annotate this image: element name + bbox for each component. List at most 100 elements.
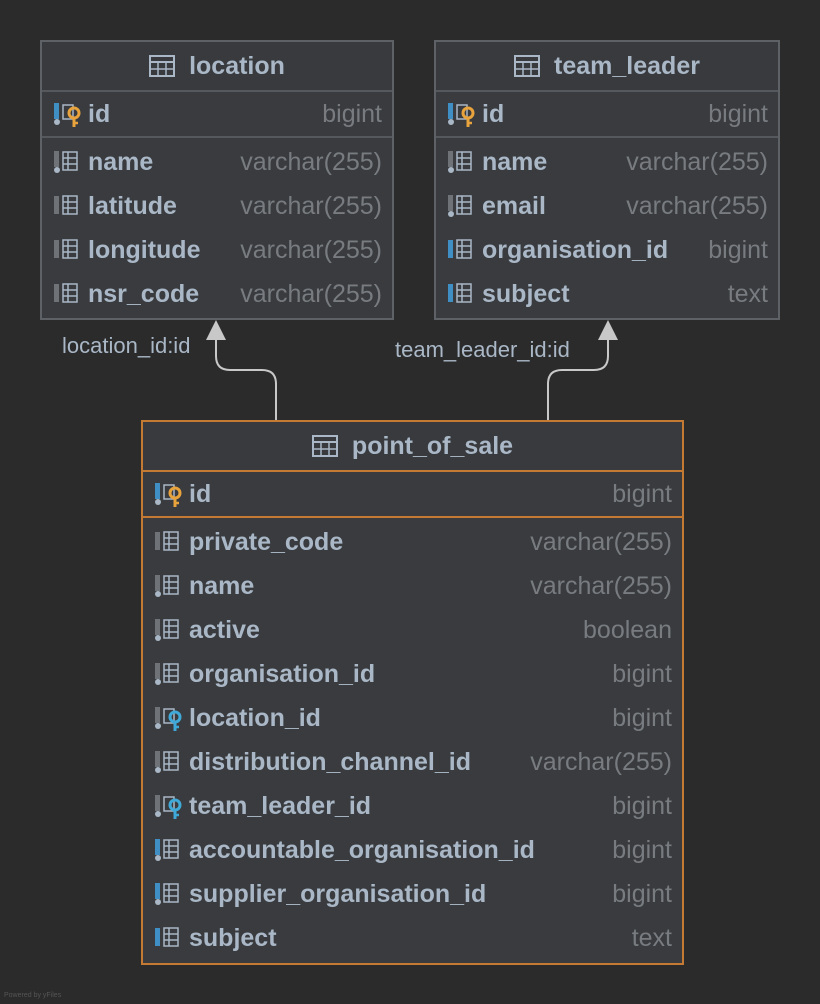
column-type: varchar(255) bbox=[530, 527, 672, 556]
table-location[interactable]: location id bigint name varchar(255) lat… bbox=[40, 40, 394, 320]
column-type: boolean bbox=[583, 615, 672, 644]
column-name: id bbox=[189, 479, 212, 508]
column-icon bbox=[54, 283, 78, 303]
primary-key-icon bbox=[448, 103, 475, 127]
column-icon bbox=[155, 619, 179, 641]
column-row-email[interactable]: email varchar(255) bbox=[436, 184, 778, 228]
column-row-name[interactable]: name varchar(255) bbox=[436, 140, 778, 184]
column-row-supplier-organisation-id[interactable]: supplier_organisation_id bigint bbox=[143, 872, 682, 916]
column-icon bbox=[54, 195, 78, 215]
column-name: active bbox=[189, 615, 260, 644]
column-icon bbox=[155, 839, 179, 861]
column-row-organisation-id[interactable]: organisation_id bigint bbox=[436, 228, 778, 272]
primary-key-icon bbox=[155, 483, 182, 507]
column-row-organisation-id[interactable]: organisation_id bigint bbox=[143, 652, 682, 696]
relation-label-team-leader: team_leader_id:id bbox=[395, 337, 570, 362]
column-type: varchar(255) bbox=[530, 571, 672, 600]
table-icon bbox=[149, 55, 176, 77]
column-row-id[interactable]: id bigint bbox=[143, 472, 682, 516]
column-type: bigint bbox=[708, 235, 768, 264]
table-icon bbox=[311, 435, 338, 457]
column-row-active[interactable]: active boolean bbox=[143, 608, 682, 652]
column-type: varchar(255) bbox=[240, 279, 382, 308]
relation-line-location bbox=[215, 336, 277, 420]
column-row-distribution-channel-id[interactable]: distribution_channel_id varchar(255) bbox=[143, 740, 682, 784]
column-name: name bbox=[482, 147, 548, 176]
column-icon bbox=[54, 151, 78, 173]
column-name: distribution_channel_id bbox=[189, 747, 471, 776]
column-row-name[interactable]: name varchar(255) bbox=[143, 564, 682, 608]
column-icon bbox=[448, 283, 472, 303]
table-title: team_leader bbox=[554, 51, 700, 80]
column-name: subject bbox=[482, 279, 570, 308]
column-row-latitude[interactable]: latitude varchar(255) bbox=[42, 184, 392, 228]
table-header[interactable]: location bbox=[42, 42, 392, 92]
column-type: text bbox=[727, 279, 768, 308]
column-row-id[interactable]: id bigint bbox=[42, 92, 392, 136]
column-name: id bbox=[482, 99, 505, 128]
column-icon bbox=[448, 239, 472, 259]
column-row-subject[interactable]: subject text bbox=[436, 272, 778, 316]
column-type: bigint bbox=[612, 703, 672, 732]
column-row-team-leader-id[interactable]: team_leader_id bigint bbox=[143, 784, 682, 828]
column-name: nsr_code bbox=[88, 279, 200, 308]
column-icon bbox=[54, 239, 78, 259]
column-icon bbox=[155, 531, 179, 551]
column-type: varchar(255) bbox=[530, 747, 672, 776]
column-type: varchar(255) bbox=[240, 191, 382, 220]
arrowhead-location bbox=[206, 320, 226, 340]
column-name: supplier_organisation_id bbox=[189, 879, 487, 908]
column-type: varchar(255) bbox=[240, 235, 382, 264]
column-type: bigint bbox=[612, 835, 672, 864]
table-title: point_of_sale bbox=[351, 431, 514, 460]
column-icon bbox=[448, 195, 472, 217]
column-row-id[interactable]: id bigint bbox=[436, 92, 778, 136]
column-name: accountable_organisation_id bbox=[189, 835, 535, 864]
column-name: id bbox=[88, 99, 111, 128]
column-type: bigint bbox=[322, 99, 382, 128]
column-icon bbox=[448, 151, 472, 173]
foreign-key-icon bbox=[155, 707, 182, 731]
column-type: bigint bbox=[612, 659, 672, 688]
table-icon bbox=[514, 55, 541, 77]
column-name: team_leader_id bbox=[189, 791, 372, 820]
column-name: name bbox=[189, 571, 255, 600]
column-type: text bbox=[631, 923, 672, 952]
column-type: varchar(255) bbox=[626, 191, 768, 220]
column-row-nsr-code[interactable]: nsr_code varchar(255) bbox=[42, 272, 392, 316]
arrowhead-team-leader bbox=[598, 320, 618, 340]
table-header[interactable]: team_leader bbox=[436, 42, 778, 92]
column-type: bigint bbox=[612, 479, 672, 508]
column-row-subject[interactable]: subject text bbox=[143, 916, 682, 960]
relation-label-location: location_id:id bbox=[62, 333, 191, 358]
column-row-name[interactable]: name varchar(255) bbox=[42, 140, 392, 184]
column-name: private_code bbox=[189, 527, 344, 556]
column-name: organisation_id bbox=[189, 659, 376, 688]
column-type: bigint bbox=[612, 791, 672, 820]
column-row-private-code[interactable]: private_code varchar(255) bbox=[143, 520, 682, 564]
column-type: varchar(255) bbox=[240, 147, 382, 176]
column-type: varchar(255) bbox=[626, 147, 768, 176]
table-team-leader[interactable]: team_leader id bigint name varchar(255) … bbox=[434, 40, 780, 320]
footer-credit: Powered by yFiles bbox=[4, 992, 62, 999]
column-name: location_id bbox=[189, 703, 321, 732]
primary-key-icon bbox=[54, 103, 81, 127]
table-header[interactable]: point_of_sale bbox=[143, 422, 682, 472]
column-name: longitude bbox=[88, 235, 201, 264]
table-title: location bbox=[189, 51, 285, 80]
column-icon bbox=[155, 883, 179, 905]
column-icon bbox=[155, 927, 179, 947]
column-name: organisation_id bbox=[482, 235, 669, 264]
column-icon bbox=[155, 663, 179, 685]
foreign-key-icon bbox=[155, 795, 182, 819]
column-row-location-id[interactable]: location_id bigint bbox=[143, 696, 682, 740]
table-point-of-sale[interactable]: point_of_sale id bigint private_code var… bbox=[141, 420, 684, 965]
column-name: latitude bbox=[88, 191, 177, 220]
column-type: bigint bbox=[612, 879, 672, 908]
column-icon bbox=[155, 751, 179, 773]
column-name: name bbox=[88, 147, 154, 176]
column-name: email bbox=[482, 191, 546, 220]
column-row-longitude[interactable]: longitude varchar(255) bbox=[42, 228, 392, 272]
column-row-accountable-organisation-id[interactable]: accountable_organisation_id bigint bbox=[143, 828, 682, 872]
column-icon bbox=[155, 575, 179, 597]
